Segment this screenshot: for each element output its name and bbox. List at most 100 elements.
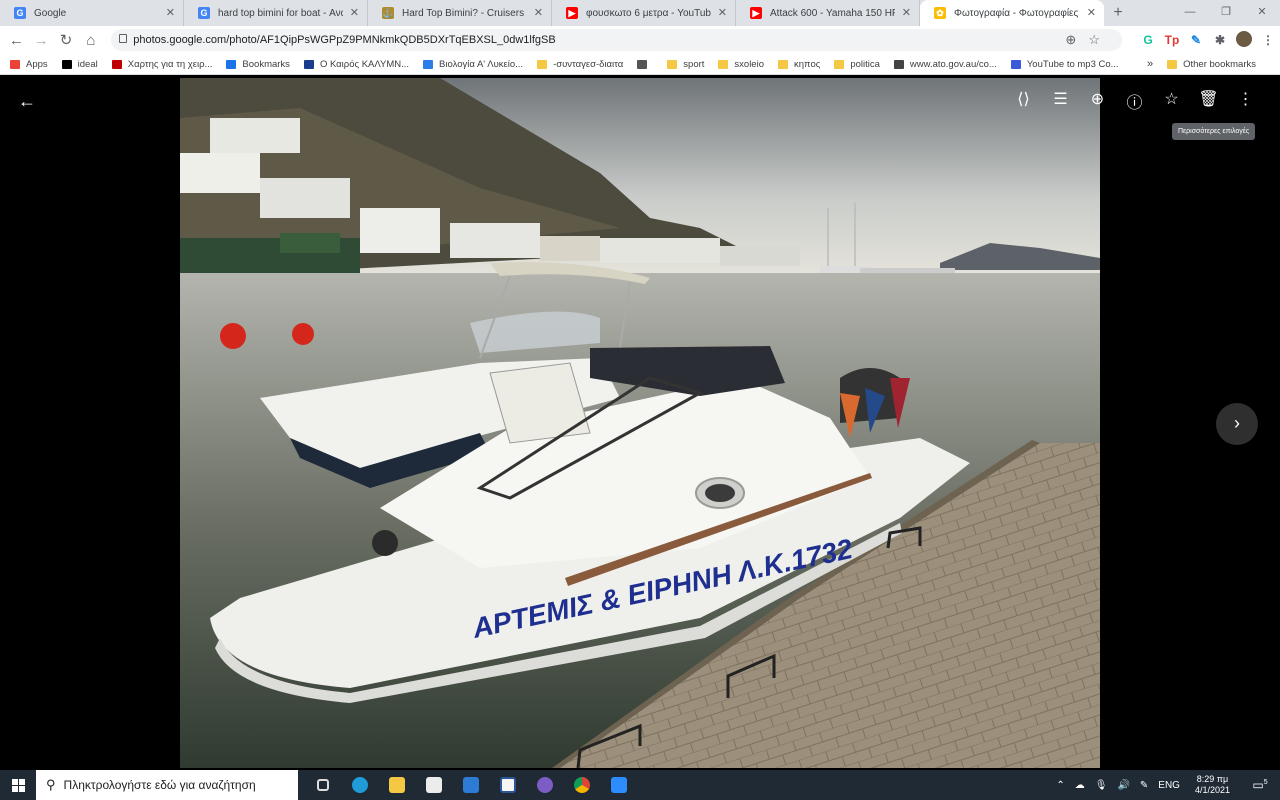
bookmark-item[interactable]: κηπος — [777, 59, 820, 70]
close-tab-icon[interactable]: ✕ — [902, 6, 911, 19]
harbor-photo-illustration: ΑΡΤΕΜΙΣ & ΕΙΡΗΝΗ Λ.Κ.1732 — [180, 78, 1100, 768]
bookmark-item[interactable]: -συνταγεσ-διαιτα — [537, 59, 623, 70]
mail-icon[interactable] — [452, 770, 489, 800]
more-options-icon[interactable]: ⋮ — [1227, 89, 1264, 113]
edit-icon[interactable]: ☰ — [1042, 89, 1079, 113]
new-tab-button[interactable]: + — [1104, 0, 1132, 26]
bookmarks-overflow-button[interactable]: » — [1147, 58, 1153, 70]
language-indicator[interactable]: ENG — [1158, 780, 1180, 791]
info-icon[interactable]: ⓘ — [1116, 89, 1153, 113]
bookmark-item[interactable]: Ο Καιρός ΚΑΛΥΜΝ... — [303, 58, 410, 70]
tab-title: hard top bimini for boat - Αναζή — [218, 7, 343, 19]
bookmark-label: Χαρτης για τη χειρ... — [127, 58, 213, 70]
bookmark-item[interactable]: www.ato.gov.au/co... — [893, 58, 997, 70]
bookmark-item[interactable]: ideal — [61, 59, 98, 70]
file-explorer-icon[interactable] — [378, 770, 415, 800]
close-tab-icon[interactable]: ✕ — [1087, 6, 1096, 19]
doc-icon — [423, 59, 434, 69]
bookmark-item[interactable]: Bookmarks — [226, 59, 290, 70]
notification-center-icon[interactable]: ▭5 — [1245, 778, 1275, 792]
browser-tab[interactable]: ▶ φουσκωτο 6 μετρα - YouTube ✕ — [552, 0, 736, 26]
bookmark-label: Βιολογία Α' Λυκείο... — [439, 58, 524, 70]
zoom-icon[interactable]: ⊕ — [1079, 89, 1116, 113]
minimize-button[interactable]: — — [1172, 0, 1208, 26]
tray-overflow-icon[interactable]: ⌃ — [1056, 780, 1064, 791]
bookmark-item[interactable]: YouTube to mp3 Co... — [1010, 59, 1119, 70]
bookmark-label: Ο Καιρός ΚΑΛΥΜΝ... — [319, 58, 410, 70]
ato-icon — [893, 59, 904, 69]
edge-icon[interactable] — [341, 770, 378, 800]
trash-icon[interactable]: 🗑 — [1190, 89, 1227, 113]
browser-tab[interactable]: G Google ✕ — [0, 0, 184, 26]
reload-button[interactable]: ↻ — [54, 31, 79, 49]
network-icon[interactable]: ☁ — [1075, 780, 1085, 791]
bookmark-item[interactable]: Βιολογία Α' Λυκείο... — [423, 59, 523, 70]
browser-toolbar: ← → ↻ ⌂ photos.google.com/photo/AF1QipPs… — [0, 26, 1280, 54]
bookmark-label: Apps — [26, 58, 48, 70]
map-icon — [111, 59, 122, 69]
restore-button[interactable]: ❐ — [1208, 0, 1244, 26]
store-icon[interactable] — [415, 770, 452, 800]
apps-grid-icon — [10, 59, 20, 69]
windows-logo-icon — [11, 778, 25, 792]
next-photo-button[interactable]: › — [1216, 403, 1258, 445]
notification-count: 5 — [1263, 779, 1268, 786]
grammarly-icon[interactable]: G — [1136, 33, 1160, 47]
star-icon — [226, 59, 237, 69]
bookmark-item[interactable]: sport — [667, 59, 704, 70]
bookmark-item[interactable]: sxoleio — [718, 59, 764, 70]
folder-icon — [834, 59, 845, 69]
microphone-icon[interactable]: 🎙 — [1095, 780, 1108, 791]
folder-icon — [537, 59, 548, 69]
close-tab-icon[interactable]: ✕ — [350, 6, 359, 19]
bookmark-item[interactable] — [637, 59, 653, 69]
close-tab-icon[interactable]: ✕ — [166, 6, 175, 19]
bookmark-item[interactable]: Apps — [10, 59, 48, 70]
favorite-star-icon[interactable]: ☆ — [1153, 89, 1190, 113]
google-photos-icon: ✿ — [934, 7, 946, 19]
taskbar-clock[interactable]: 8:29 πμ 4/1/2021 — [1195, 774, 1230, 796]
share-icon[interactable]: ⟨⟩ — [1005, 89, 1042, 113]
bookmark-item[interactable]: politica — [834, 59, 880, 70]
bookmark-item[interactable]: Χαρτης για τη χειρ... — [111, 58, 213, 70]
omnibox-actions: ⊕☆ — [1065, 32, 1112, 48]
extensions-puzzle-icon[interactable]: ✱ — [1208, 33, 1232, 47]
menu-dots-icon[interactable]: ⋮ — [1256, 33, 1280, 47]
viber-icon[interactable] — [526, 770, 563, 800]
word-doc-icon[interactable] — [489, 770, 526, 800]
window-controls: — ❐ ✕ — [1172, 0, 1280, 26]
browser-tab[interactable]: ✿ Φωτογραφία - Φωτογραφίες Go ✕ — [920, 0, 1104, 26]
browser-tab[interactable]: ▶ Attack 600 - Yamaha 150 HP - Yo ✕ — [736, 0, 920, 26]
other-bookmarks-label: Other bookmarks — [1183, 58, 1256, 70]
bookmark-label: www.ato.gov.au/co... — [909, 58, 997, 70]
close-tab-icon[interactable]: ✕ — [534, 6, 543, 19]
close-tab-icon[interactable]: ✕ — [718, 6, 727, 19]
back-button[interactable]: ← — [4, 32, 29, 49]
install-icon[interactable]: ⊕ — [1065, 32, 1088, 47]
forward-button[interactable]: → — [29, 32, 54, 49]
zoom-app-icon[interactable] — [600, 770, 637, 800]
browser-tab[interactable]: Ghard top bimini for boat - Αναζή ✕ — [184, 0, 368, 26]
bookmark-label: sport — [683, 58, 705, 70]
back-arrow-icon[interactable]: ← — [18, 91, 36, 112]
volume-icon[interactable]: 🔊 — [1117, 780, 1129, 791]
tp-extension-icon[interactable]: Tp — [1160, 33, 1184, 47]
pen-extension-icon[interactable]: ✎ — [1184, 33, 1208, 47]
chrome-icon[interactable] — [563, 770, 600, 800]
browser-tab[interactable]: ⚓ Hard Top Bimini? - Cruisers & Sa ✕ — [368, 0, 552, 26]
clock-date: 4/1/2021 — [1194, 785, 1230, 795]
address-bar[interactable]: photos.google.com/photo/AF1QipPsWGPpZ9PM… — [111, 29, 1122, 51]
taskbar-search-box[interactable]: ⚲ Πληκτρολογήστε εδώ για αναζήτηση — [36, 770, 298, 800]
home-button[interactable]: ⌂ — [78, 32, 103, 49]
start-button[interactable] — [0, 770, 36, 800]
clock-time: 8:29 πμ — [1196, 774, 1229, 784]
profile-avatar[interactable] — [1232, 30, 1256, 50]
tab-strip: G Google ✕ Ghard top bimini for boat - Αναζ… — [0, 0, 1280, 26]
windows-taskbar: ⚲ Πληκτρολογήστε εδώ για αναζήτηση ⌃ ☁ 🎙… — [0, 770, 1280, 800]
pen-icon[interactable]: ✎ — [1140, 780, 1148, 791]
other-bookmarks-folder[interactable]: Other bookmarks — [1167, 59, 1256, 70]
bookmark-star-icon[interactable]: ☆ — [1088, 32, 1112, 47]
task-view-icon[interactable] — [304, 770, 341, 800]
close-window-button[interactable]: ✕ — [1244, 0, 1280, 26]
forum-icon: ⚓ — [382, 7, 394, 19]
